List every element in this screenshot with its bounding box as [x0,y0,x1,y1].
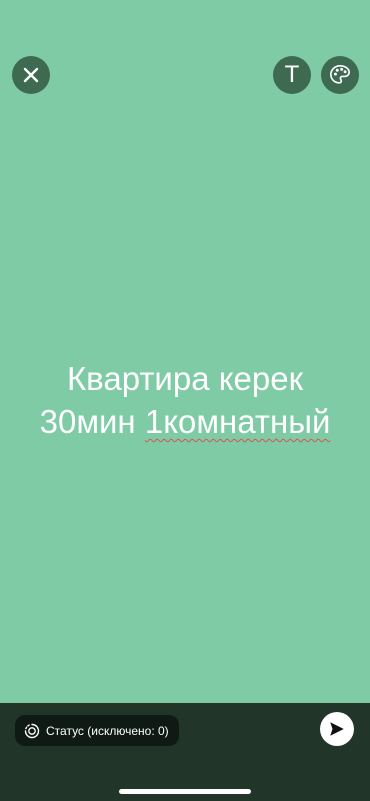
send-arrow-icon [330,722,344,736]
palette-icon [330,65,350,84]
close-icon [23,67,39,83]
misspelled-word: 1комнатный [144,403,331,440]
status-text-content[interactable]: Квартира керек 30мин 1комнатный [0,357,370,443]
status-text-line-2-part-1: 30мин [39,403,145,440]
status-text-line-2: 30мин 1комнатный [0,400,370,443]
home-indicator [119,789,251,794]
text-tool-button[interactable]: T [273,56,311,94]
color-palette-button[interactable] [321,56,359,94]
send-button[interactable] [320,712,354,746]
status-text-line-1: Квартира керек [66,360,304,397]
status-privacy-button[interactable]: Статус (исключено: 0) [15,715,179,746]
close-button[interactable] [12,56,50,94]
status-privacy-label: Статус (исключено: 0) [46,723,169,738]
status-ring-icon [23,722,41,740]
text-tool-icon: T [284,61,300,88]
status-editor-canvas[interactable]: T Квартира керек 30мин 1комнатный [0,0,370,703]
bottom-bar: Статус (исключено: 0) [0,703,370,801]
